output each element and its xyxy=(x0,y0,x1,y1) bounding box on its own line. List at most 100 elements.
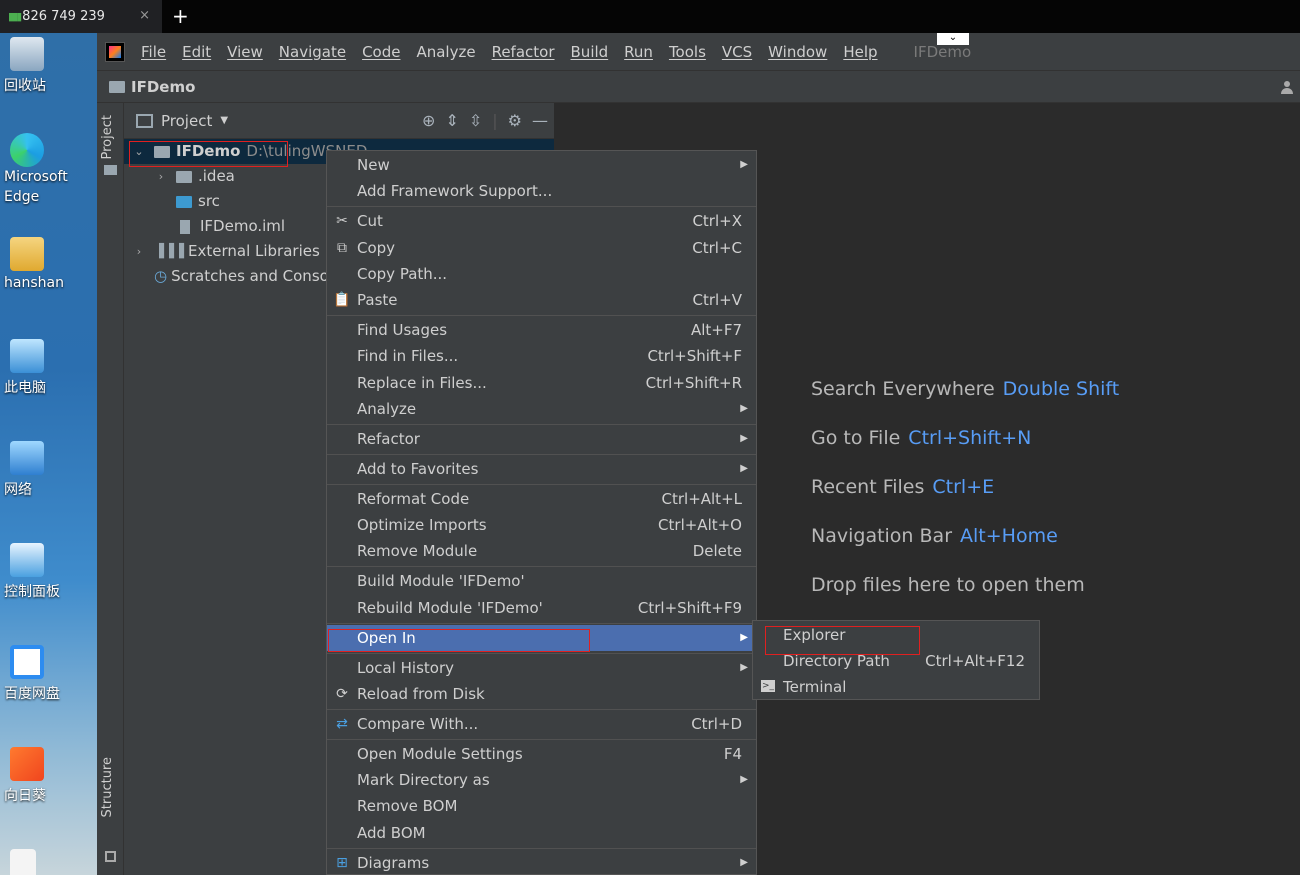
menu-item-shortcut: F4 xyxy=(723,745,742,763)
menu-item-shortcut: Ctrl+Shift+F xyxy=(647,347,742,365)
menu-tools[interactable]: Tools xyxy=(669,43,706,61)
desktop-icon-this-pc[interactable]: 此电脑 xyxy=(0,339,97,397)
menu-item-label: Reformat Code xyxy=(357,490,470,508)
menu-item-open-module-settings[interactable]: Open Module Settings F4 xyxy=(327,741,756,767)
menu-separator xyxy=(327,454,756,455)
tool-tab-project[interactable]: Project xyxy=(100,115,115,159)
hint-shortcut: Double Shift xyxy=(1002,378,1120,400)
menu-item-analyze[interactable]: Analyze ▶ xyxy=(327,396,756,422)
menu-item-label: Mark Directory as xyxy=(357,771,490,789)
baidu-netdisk-icon xyxy=(10,645,44,679)
desktop-icon-file[interactable] xyxy=(0,849,97,875)
tree-item-idea[interactable]: › .idea xyxy=(124,164,235,189)
menu-item-optimize-imports[interactable]: Optimize Imports Ctrl+Alt+O xyxy=(327,512,756,538)
desktop-icon-recycle-bin[interactable]: 回收站 xyxy=(0,37,97,95)
menu-window[interactable]: Window xyxy=(768,43,827,61)
folder-icon xyxy=(104,165,117,175)
breadcrumb-project[interactable]: IFDemo xyxy=(131,78,195,96)
menu-item-shortcut: Alt+F7 xyxy=(690,321,742,339)
menu-item-remove-module[interactable]: Remove Module Delete xyxy=(327,538,756,564)
menu-build[interactable]: Build xyxy=(571,43,609,61)
navigation-bar: IFDemo xyxy=(97,70,1300,103)
submenu-item-terminal[interactable]: >_ Terminal xyxy=(753,674,1039,700)
project-panel-header: Project ▼ ⊕ ⇕ ⇳ | ⚙ — xyxy=(124,103,554,139)
menu-code[interactable]: Code xyxy=(362,43,400,61)
compare-icon: ⇄ xyxy=(336,716,348,732)
menu-vcs[interactable]: VCS xyxy=(722,43,752,61)
menu-item-add-to-favorites[interactable]: Add to Favorites ▶ xyxy=(327,456,756,482)
menu-analyze[interactable]: Analyze xyxy=(416,43,475,61)
tree-item-label: Scratches and Consoles xyxy=(171,267,351,285)
desktop-icon-sunflower[interactable]: 向日葵 xyxy=(0,747,97,805)
chevron-right-icon[interactable]: › xyxy=(132,239,146,264)
menu-item-label: Rebuild Module 'IFDemo' xyxy=(357,599,543,617)
menu-item-copy-path[interactable]: Copy Path... xyxy=(327,261,756,287)
menu-navigate[interactable]: Navigate xyxy=(279,43,346,61)
hint-navigation-bar: Navigation Bar Alt+Home xyxy=(811,525,1119,574)
remote-session-tab[interactable]: ▮▮▮ 826 749 239 × xyxy=(0,0,162,33)
tree-item-src[interactable]: src xyxy=(124,189,220,214)
menu-item-label: Compare With... xyxy=(357,715,479,733)
network-icon xyxy=(10,441,44,475)
chevron-right-icon[interactable]: › xyxy=(154,164,168,189)
menu-item-label: Replace in Files... xyxy=(357,374,487,392)
menu-item-mark-directory-as[interactable]: Mark Directory as ▶ xyxy=(327,767,756,793)
menu-item-new[interactable]: New ▶ xyxy=(327,152,756,178)
tree-item-iml[interactable]: IFDemo.iml xyxy=(124,214,285,239)
menu-view[interactable]: View xyxy=(227,43,263,61)
locate-icon[interactable]: ⊕ xyxy=(422,111,435,130)
desktop-icon-edge[interactable]: Microsoft Edge xyxy=(0,133,97,207)
tool-tab-structure[interactable]: Structure xyxy=(100,757,115,817)
chevron-down-icon[interactable]: ▼ xyxy=(220,115,228,126)
menu-run[interactable]: Run xyxy=(624,43,653,61)
menu-separator xyxy=(327,566,756,567)
menu-item-shortcut: Ctrl+Shift+R xyxy=(645,374,742,392)
menu-item-label: Paste xyxy=(357,291,398,309)
menu-item-label: Add Framework Support... xyxy=(357,182,553,200)
desktop-icon-control-panel[interactable]: 控制面板 xyxy=(0,543,97,601)
tree-item-scratches[interactable]: ◷ Scratches and Consoles xyxy=(124,264,350,289)
menu-edit[interactable]: Edit xyxy=(182,43,211,61)
new-tab-button[interactable]: + xyxy=(172,4,189,28)
menu-item-add-bom[interactable]: Add BOM xyxy=(327,820,756,846)
chevron-down-icon[interactable]: ⌄ xyxy=(937,33,969,45)
menu-refactor[interactable]: Refactor xyxy=(492,43,555,61)
menu-item-remove-bom[interactable]: Remove BOM xyxy=(327,793,756,819)
menu-item-reformat-code[interactable]: Reformat Code Ctrl+Alt+L xyxy=(327,486,756,512)
gear-icon[interactable]: ⚙ xyxy=(508,111,522,130)
menu-item-find-in-files[interactable]: Find in Files... Ctrl+Shift+F xyxy=(327,343,756,369)
project-view-selector[interactable]: Project xyxy=(161,112,212,130)
menu-item-rebuild-module[interactable]: Rebuild Module 'IFDemo' Ctrl+Shift+F9 xyxy=(327,595,756,621)
menu-file[interactable]: File xyxy=(141,43,166,61)
close-icon[interactable]: × xyxy=(139,8,150,23)
expand-all-icon[interactable]: ⇕ xyxy=(445,111,458,130)
menu-item-add-framework-support[interactable]: Add Framework Support... xyxy=(327,178,756,204)
control-panel-icon xyxy=(10,543,44,577)
menu-item-reload-from-disk[interactable]: ⟳ Reload from Disk xyxy=(327,681,756,707)
menu-item-build-module[interactable]: Build Module 'IFDemo' xyxy=(327,568,756,594)
menu-item-replace-in-files[interactable]: Replace in Files... Ctrl+Shift+R xyxy=(327,370,756,396)
menu-item-refactor[interactable]: Refactor ▶ xyxy=(327,426,756,452)
user-icon[interactable] xyxy=(1280,80,1294,94)
tree-item-external-libraries[interactable]: › ▐▐▐ External Libraries xyxy=(124,239,320,264)
collapse-all-icon[interactable]: ⇳ xyxy=(469,111,482,130)
copy-icon: ⧉ xyxy=(337,240,347,256)
tree-item-label: .idea xyxy=(198,167,235,185)
menu-item-compare-with[interactable]: ⇄ Compare With... Ctrl+D xyxy=(327,711,756,737)
menu-item-local-history[interactable]: Local History ▶ xyxy=(327,655,756,681)
menu-item-diagrams[interactable]: ⊞ Diagrams ▶ xyxy=(327,850,756,875)
menu-item-find-usages[interactable]: Find Usages Alt+F7 xyxy=(327,317,756,343)
menu-item-copy[interactable]: ⧉ Copy Ctrl+C xyxy=(327,235,756,261)
desktop-icon-user-folder[interactable]: hanshan xyxy=(0,237,97,291)
menu-separator xyxy=(327,709,756,710)
menu-item-paste[interactable]: 📋 Paste Ctrl+V xyxy=(327,287,756,313)
menu-item-cut[interactable]: ✂ Cut Ctrl+X xyxy=(327,208,756,234)
desktop-icon-baidu-netdisk[interactable]: 百度网盘 xyxy=(0,645,97,703)
menu-item-label: Remove BOM xyxy=(357,797,458,815)
menu-help[interactable]: Help xyxy=(843,43,877,61)
minimize-icon[interactable]: — xyxy=(532,111,548,130)
hint-label: Recent Files xyxy=(811,476,925,498)
annotation-highlight-open-in xyxy=(328,629,590,652)
desktop-icon-network[interactable]: 网络 xyxy=(0,441,97,499)
computer-icon xyxy=(10,339,44,373)
